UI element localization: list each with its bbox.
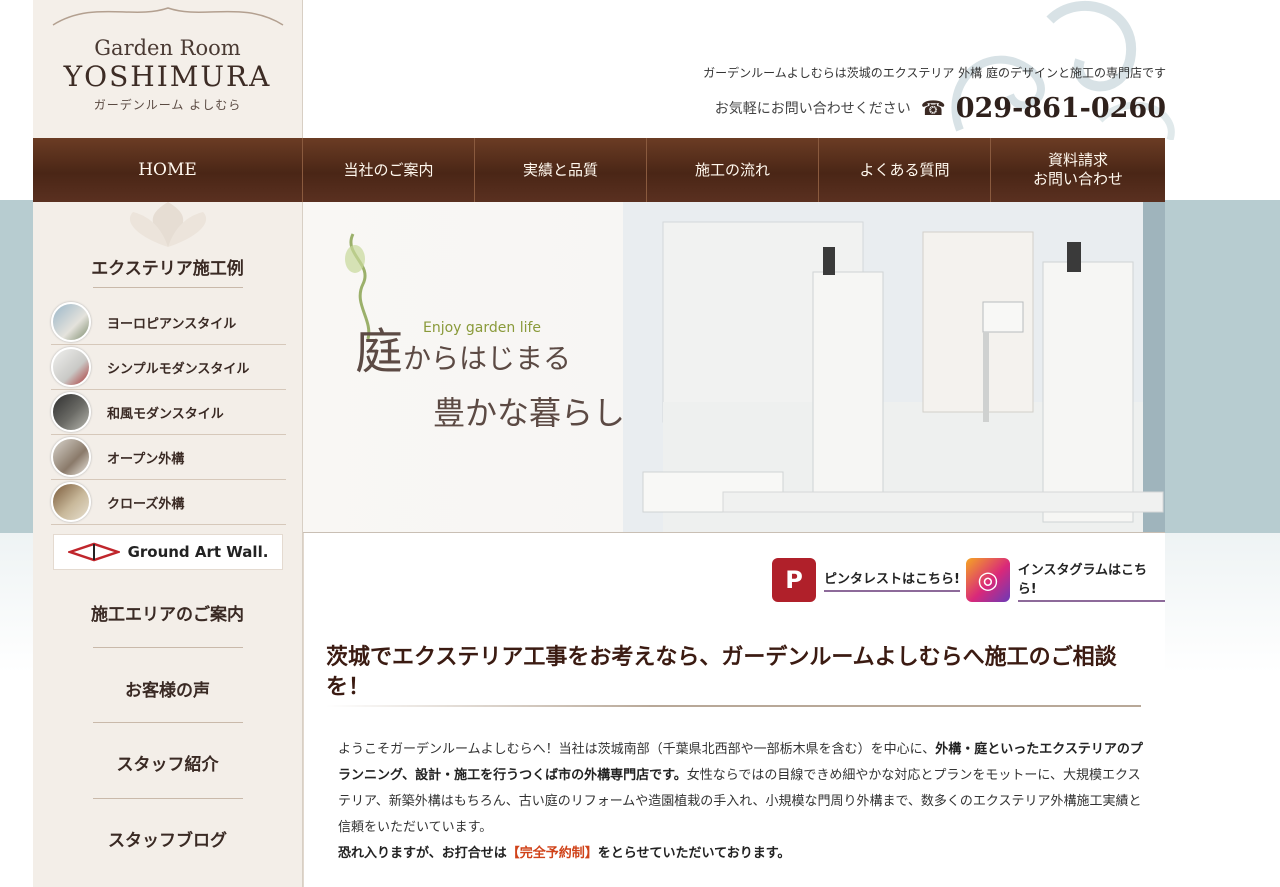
logo-line-3: ガーデンルーム よしむら <box>93 98 242 112</box>
style-list: ヨーロピアンスタイル シンプルモダンスタイル 和風モダンスタイル オープン外構 … <box>51 300 286 525</box>
instagram-icon: ◎ <box>966 558 1010 602</box>
gate-illustration <box>623 202 1165 532</box>
nav-home[interactable]: HOME <box>33 138 303 202</box>
instagram-link[interactable]: ◎ インスタグラムはこちら! <box>966 557 1165 603</box>
phone-icon: ☎ <box>920 96 946 120</box>
simple-modern-thumb <box>51 347 91 387</box>
sidebar-link-voices[interactable]: お客様の声 <box>33 676 302 701</box>
sidebar-divider <box>93 722 243 723</box>
phone-number[interactable]: 029-861-0260 <box>956 93 1166 124</box>
intro-text: ようこそガーデンルームよしむらへ！当社は茨城南部（千葉県北西部や一部栃木県を含む… <box>338 737 1148 867</box>
pinterest-link[interactable]: P ピンタレストはこちら! <box>772 557 960 603</box>
sidebar-divider <box>93 798 243 799</box>
main-nav: HOME 当社のご案内 実績と品質 施工の流れ よくある質問 資料請求 お問い合… <box>33 138 1165 202</box>
sidebar-item-simple-modern[interactable]: シンプルモダンスタイル <box>51 345 286 390</box>
reservation-text-b: をとらせていただいております。 <box>597 846 791 861</box>
pinterest-icon: P <box>772 558 816 602</box>
sidebar-divider <box>93 287 243 288</box>
ground-art-wall-banner[interactable]: Ground Art Wall. <box>53 534 283 570</box>
main-content: P ピンタレストはこちら! ◎ インスタグラムはこちら! 茨城でエクステリア工事… <box>303 533 1165 887</box>
sidebar-item-open[interactable]: オープン外構 <box>51 435 286 480</box>
pinterest-label: ピンタレストはこちら! <box>824 568 960 592</box>
hero-banner: Enjoy garden life 庭からはじまる 豊かな暮らし <box>303 202 1165 533</box>
sidebar-item-label: 和風モダンスタイル <box>107 406 224 422</box>
logo-line-1: Garden Room <box>94 36 241 60</box>
lotus-ornament-icon <box>129 202 207 247</box>
site-tagline: ガーデンルームよしむらは茨城のエクステリア 外構 庭のデザインと施工の専門店です <box>703 66 1166 80</box>
contact-row: お気軽にお問い合わせください ☎ 029-861-0260 <box>715 92 1166 124</box>
sidebar-divider <box>93 647 243 648</box>
sidebar-item-label: ヨーロピアンスタイル <box>107 316 237 332</box>
sidebar-item-closed[interactable]: クローズ外構 <box>51 480 286 525</box>
sidebar-item-label: シンプルモダンスタイル <box>107 361 250 377</box>
site-logo[interactable]: Garden Room YOSHIMURA ガーデンルーム よしむら <box>33 0 303 140</box>
logo-line-2: YOSHIMURA <box>63 60 272 93</box>
japanese-modern-thumb <box>51 392 91 432</box>
intro-text-a: ようこそガーデンルームよしむらへ！当社は茨城南部（千葉県北西部や一部栃木県を含む… <box>338 742 936 757</box>
sidebar-item-label: クローズ外構 <box>107 496 185 512</box>
leaf-ornament-icon <box>52 7 284 26</box>
hero-headline-big: 庭 <box>355 324 404 380</box>
reservation-highlight: 【完全予約制】 <box>506 846 598 861</box>
open-thumb <box>51 437 91 477</box>
sidebar-item-label: オープン外構 <box>107 451 185 467</box>
nav-faq[interactable]: よくある質問 <box>819 138 991 202</box>
sidebar-heading: エクステリア施工例 <box>91 259 244 279</box>
ground-art-wall-icon <box>67 542 120 562</box>
headline-underline <box>326 705 1141 707</box>
nav-contact[interactable]: 資料請求 お問い合わせ <box>991 138 1165 202</box>
sidebar-link-area[interactable]: 施工エリアのご案内 <box>33 600 302 625</box>
closed-thumb <box>51 482 91 522</box>
nav-process[interactable]: 施工の流れ <box>647 138 819 202</box>
hero-headline-rest: からはじまる <box>403 342 572 375</box>
european-thumb <box>51 302 91 342</box>
hero-headline-1: 庭からはじまる <box>355 312 571 382</box>
sidebar-link-staff[interactable]: スタッフ紹介 <box>33 750 302 775</box>
sidebar-item-european[interactable]: ヨーロピアンスタイル <box>51 300 286 345</box>
ground-art-wall-label: Ground Art Wall. <box>127 543 269 561</box>
sidebar-link-blog[interactable]: スタッフブログ <box>33 826 302 851</box>
reservation-text-a: 恐れ入りますが、お打合せは <box>338 846 507 861</box>
sidebar: エクステリア施工例 ヨーロピアンスタイル シンプルモダンスタイル 和風モダンスタ… <box>33 202 303 887</box>
nav-results[interactable]: 実績と品質 <box>475 138 647 202</box>
instagram-label: インスタグラムはこちら! <box>1017 559 1165 602</box>
sidebar-item-japanese-modern[interactable]: 和風モダンスタイル <box>51 390 286 435</box>
contact-note: お気軽にお問い合わせください <box>714 101 911 117</box>
hero-headline-2: 豊かな暮らし <box>433 394 626 432</box>
nav-company[interactable]: 当社のご案内 <box>303 138 475 202</box>
page-title: 茨城でエクステリア工事をお考えなら、ガーデンルームよしむらへ施工のご相談を！ <box>326 645 1117 700</box>
